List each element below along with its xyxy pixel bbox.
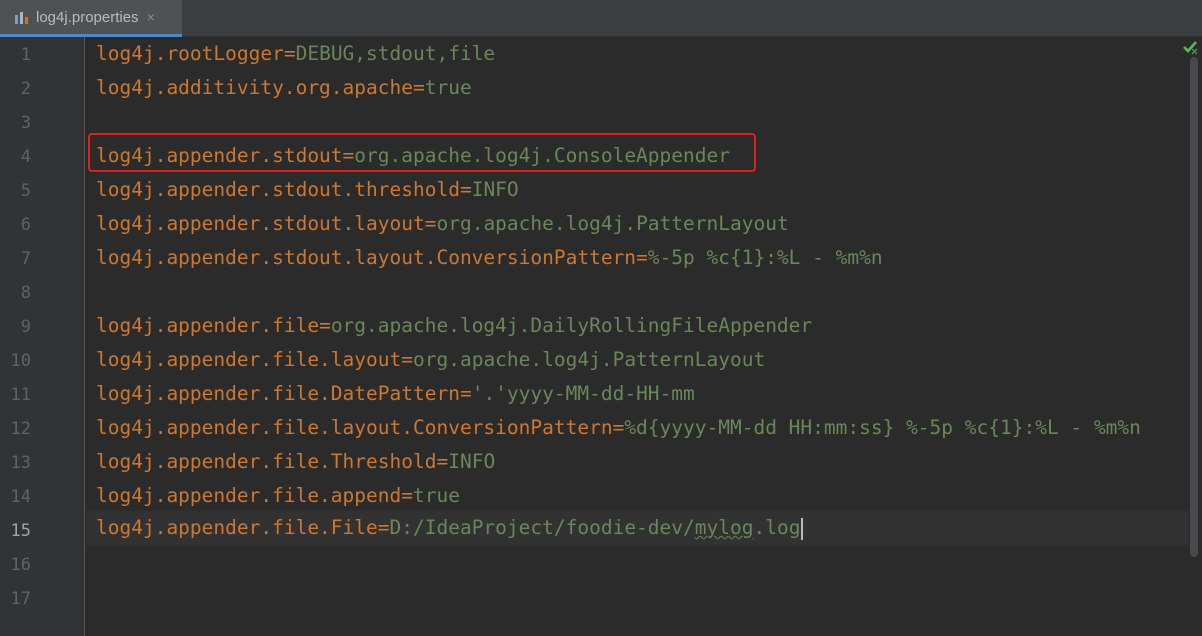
property-key: log4j.appender.file.layout.ConversionPat…: [96, 416, 613, 439]
code-editor[interactable]: log4j.rootLogger=DEBUG,stdout,file log4j…: [86, 37, 1188, 636]
line-number: 10: [10, 351, 31, 371]
property-value: true: [424, 76, 472, 99]
code-line[interactable]: log4j.appender.file.append=true: [96, 479, 460, 513]
text-caret: [801, 517, 804, 540]
code-line[interactable]: log4j.appender.file=org.apache.log4j.Dai…: [96, 309, 812, 343]
equals-sign: =: [412, 76, 425, 99]
line-number: 3: [20, 113, 31, 133]
property-key: log4j.additivity.org.apache: [96, 76, 413, 99]
property-key: log4j.appender.stdout.threshold: [96, 178, 460, 201]
equals-sign: =: [377, 516, 390, 539]
property-value: org.apache.log4j.PatternLayout: [436, 212, 789, 235]
editor-tab-bar: log4j.properties ×: [0, 0, 1202, 37]
line-number: 6: [20, 215, 31, 235]
line-number: 1: [20, 45, 31, 65]
property-value: INFO: [471, 178, 519, 201]
equals-sign: =: [612, 416, 625, 439]
line-number: 17: [10, 589, 31, 609]
code-line-current[interactable]: log4j.appender.file.File=D:/IdeaProject/…: [96, 511, 804, 545]
property-value: %-5p %c{1}:%L - %m%n: [647, 246, 883, 269]
property-key: log4j.rootLogger: [96, 42, 284, 65]
line-number: 7: [20, 249, 31, 269]
property-key: log4j.appender.file.Threshold: [96, 450, 437, 473]
property-key: log4j.appender.file.layout: [96, 348, 402, 371]
line-number: 11: [10, 385, 31, 405]
equals-sign: =: [283, 42, 296, 65]
code-line[interactable]: log4j.additivity.org.apache=true: [96, 71, 472, 105]
properties-file-icon: [14, 9, 30, 25]
line-number: 5: [20, 181, 31, 201]
equals-sign: =: [459, 382, 472, 405]
spellcheck-typo[interactable]: mylog: [695, 516, 754, 539]
vertical-scrollbar[interactable]: [1188, 37, 1202, 636]
code-line[interactable]: log4j.appender.stdout.layout.ConversionP…: [96, 241, 883, 275]
property-value: .log: [753, 516, 801, 539]
check-icon[interactable]: [1181, 38, 1199, 56]
equals-sign: =: [636, 246, 648, 269]
line-number: 4: [20, 147, 31, 167]
code-line[interactable]: log4j.appender.stdout.layout=org.apache.…: [96, 207, 789, 241]
property-key: log4j.appender.file: [96, 314, 320, 337]
line-number-gutter[interactable]: 1 2 3 4 5 6 7 8 9 10 11 12 13 14 15 16 1…: [0, 37, 85, 636]
property-key: log4j.appender.stdout.layout: [96, 212, 425, 235]
line-number: 2: [20, 79, 31, 99]
property-value: org.apache.log4j.DailyRollingFileAppende…: [330, 314, 813, 337]
property-value: %d{yyyy-MM-dd HH:mm:ss} %-5p %c{1}:%L - …: [624, 416, 1141, 439]
property-value: INFO: [448, 450, 496, 473]
property-value: org.apache.log4j.PatternLayout: [413, 348, 766, 371]
property-value: DEBUG,stdout,file: [295, 42, 496, 65]
line-number: 14: [10, 487, 31, 507]
annotation-highlight-box: [88, 133, 756, 172]
equals-sign: =: [424, 212, 437, 235]
line-number: 13: [10, 453, 31, 473]
code-line[interactable]: log4j.rootLogger=DEBUG,stdout,file: [96, 37, 495, 71]
property-key: log4j.appender.stdout.layout.ConversionP…: [96, 246, 637, 269]
line-number: 9: [20, 317, 31, 337]
property-value: D:/IdeaProject/foodie-dev/: [389, 516, 695, 539]
tab-label: log4j.properties: [36, 8, 139, 26]
equals-sign: =: [401, 348, 413, 371]
property-value: true: [413, 484, 460, 507]
code-line[interactable]: log4j.appender.file.layout=org.apache.lo…: [96, 343, 765, 377]
code-line[interactable]: log4j.appender.file.layout.ConversionPat…: [96, 411, 1141, 445]
line-number: 8: [20, 283, 31, 303]
line-number: 12: [10, 419, 31, 439]
code-line[interactable]: log4j.appender.file.DatePattern='.'yyyy-…: [96, 377, 695, 411]
property-value: '.'yyyy-MM-dd-HH-mm: [471, 382, 695, 405]
close-icon[interactable]: ×: [147, 9, 155, 25]
property-key: log4j.appender.file.File: [96, 516, 378, 539]
equals-sign: =: [401, 484, 413, 507]
line-number: 16: [10, 555, 31, 575]
code-line[interactable]: log4j.appender.file.Threshold=INFO: [96, 445, 495, 479]
property-key: log4j.appender.file.append: [96, 484, 402, 507]
code-line[interactable]: log4j.appender.stdout.threshold=INFO: [96, 173, 519, 207]
tab-log4j-properties[interactable]: log4j.properties ×: [0, 0, 182, 37]
equals-sign: =: [459, 178, 472, 201]
scrollbar-thumb[interactable]: [1190, 57, 1198, 557]
equals-sign: =: [319, 314, 331, 337]
equals-sign: =: [436, 450, 449, 473]
property-key: log4j.appender.file.DatePattern: [96, 382, 460, 405]
line-number-current: 15: [10, 521, 31, 541]
